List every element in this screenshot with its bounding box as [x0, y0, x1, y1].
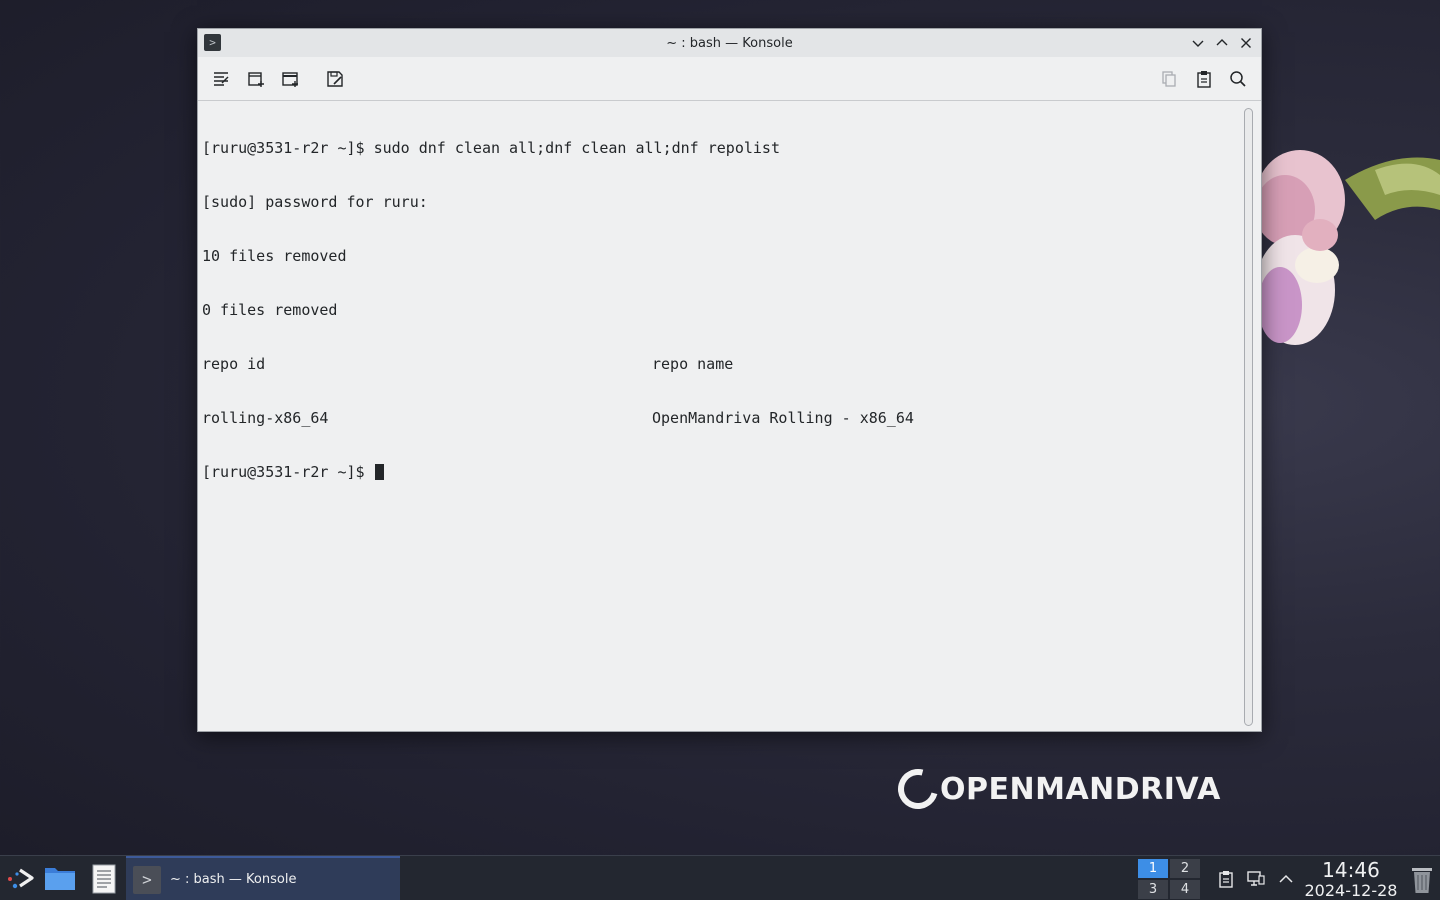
digital-clock[interactable]: 14:46 2024-12-28 — [1300, 858, 1402, 900]
chevron-up-icon[interactable] — [1276, 869, 1296, 889]
openmandriva-logo: OPENMANDRIVA — [890, 761, 1221, 817]
save-output-button[interactable] — [322, 67, 348, 91]
terminal-scrollbar[interactable] — [1244, 108, 1253, 726]
konsole-task-icon: > — [133, 865, 161, 894]
new-tab-icon — [248, 72, 264, 87]
file-manager-icon[interactable] — [44, 865, 76, 891]
pager-desktop-4[interactable]: 4 — [1170, 880, 1200, 899]
logo-text: OPENMANDRIVA — [940, 771, 1221, 807]
terminal-line: 0 files removed — [202, 301, 338, 319]
save-output-icon — [327, 71, 343, 87]
logo-ring-icon — [890, 761, 946, 817]
clipboard-tray-icon[interactable] — [1216, 869, 1236, 889]
network-tray-icon[interactable] — [1246, 869, 1266, 889]
clear-scrollback-icon — [214, 72, 229, 86]
copy-icon — [1162, 71, 1176, 87]
chevron-down-icon — [1192, 40, 1204, 47]
pager-desktop-3[interactable]: 3 — [1138, 880, 1168, 899]
terminal-line: [ruru@3531-r2r ~]$ sudo dnf clean all;dn… — [202, 139, 780, 157]
clock-time: 14:46 — [1322, 858, 1380, 882]
close-button[interactable] — [1237, 34, 1255, 52]
copy-button[interactable] — [1156, 67, 1182, 91]
taskbar-task-konsole[interactable]: > ~ : bash — Konsole — [126, 856, 400, 900]
text-editor-icon[interactable] — [91, 864, 117, 894]
pager-desktop-2[interactable]: 2 — [1170, 859, 1200, 878]
new-tab-button[interactable] — [243, 67, 269, 91]
pager-desktop-1[interactable]: 1 — [1138, 859, 1168, 878]
clear-scrollback-button[interactable] — [208, 67, 234, 91]
terminal-line: [sudo] password for ruru: — [202, 193, 428, 211]
repolist-header: repo id repo name — [202, 355, 1237, 373]
task-label: ~ : bash — Konsole — [170, 872, 297, 887]
new-window-icon — [282, 72, 298, 87]
minimize-button[interactable] — [1189, 34, 1207, 52]
terminal-prompt-line[interactable]: [ruru@3531-r2r ~]$ — [202, 463, 1237, 481]
terminal-cursor — [374, 464, 384, 480]
repolist-row: rolling-x86_64 OpenMandriva Rolling - x86… — [202, 409, 1237, 427]
search-icon — [1230, 71, 1246, 87]
chevron-up-icon — [1216, 39, 1228, 46]
trash-icon[interactable] — [1409, 865, 1435, 895]
maximize-button[interactable] — [1213, 34, 1231, 52]
close-icon — [1241, 38, 1251, 48]
app-launcher-icon[interactable] — [4, 864, 36, 894]
konsole-app-icon[interactable]: > — [204, 34, 221, 51]
orchid-wallpaper-image — [1255, 150, 1440, 345]
konsole-window[interactable]: > ~ : bash — Konsole [ruru@3531-r2r ~]$ … — [197, 28, 1262, 732]
konsole-toolbar — [198, 57, 1261, 101]
repo-name-header: repo name — [652, 355, 734, 373]
terminal-line: 10 files removed — [202, 247, 347, 265]
repo-name-value: OpenMandriva Rolling - x86_64 — [652, 409, 914, 427]
paste-icon — [1197, 71, 1211, 88]
repo-id-value: rolling-x86_64 — [202, 409, 329, 427]
taskbar: > ~ : bash — Konsole 1 2 3 4 14:46 2024-… — [0, 855, 1440, 900]
repo-id-header: repo id — [202, 355, 266, 373]
window-title: ~ : bash — Konsole — [666, 35, 793, 51]
paste-button[interactable] — [1191, 67, 1217, 91]
find-button[interactable] — [1225, 67, 1251, 91]
terminal-output[interactable]: [ruru@3531-r2r ~]$ sudo dnf clean all;dn… — [198, 102, 1241, 731]
virtual-desktop-pager[interactable]: 1 2 3 4 — [1138, 859, 1200, 899]
shell-prompt: [ruru@3531-r2r ~]$ — [202, 463, 374, 481]
clock-date: 2024-12-28 — [1304, 881, 1398, 900]
new-window-button[interactable] — [277, 67, 303, 91]
window-titlebar[interactable]: > ~ : bash — Konsole — [198, 29, 1261, 57]
